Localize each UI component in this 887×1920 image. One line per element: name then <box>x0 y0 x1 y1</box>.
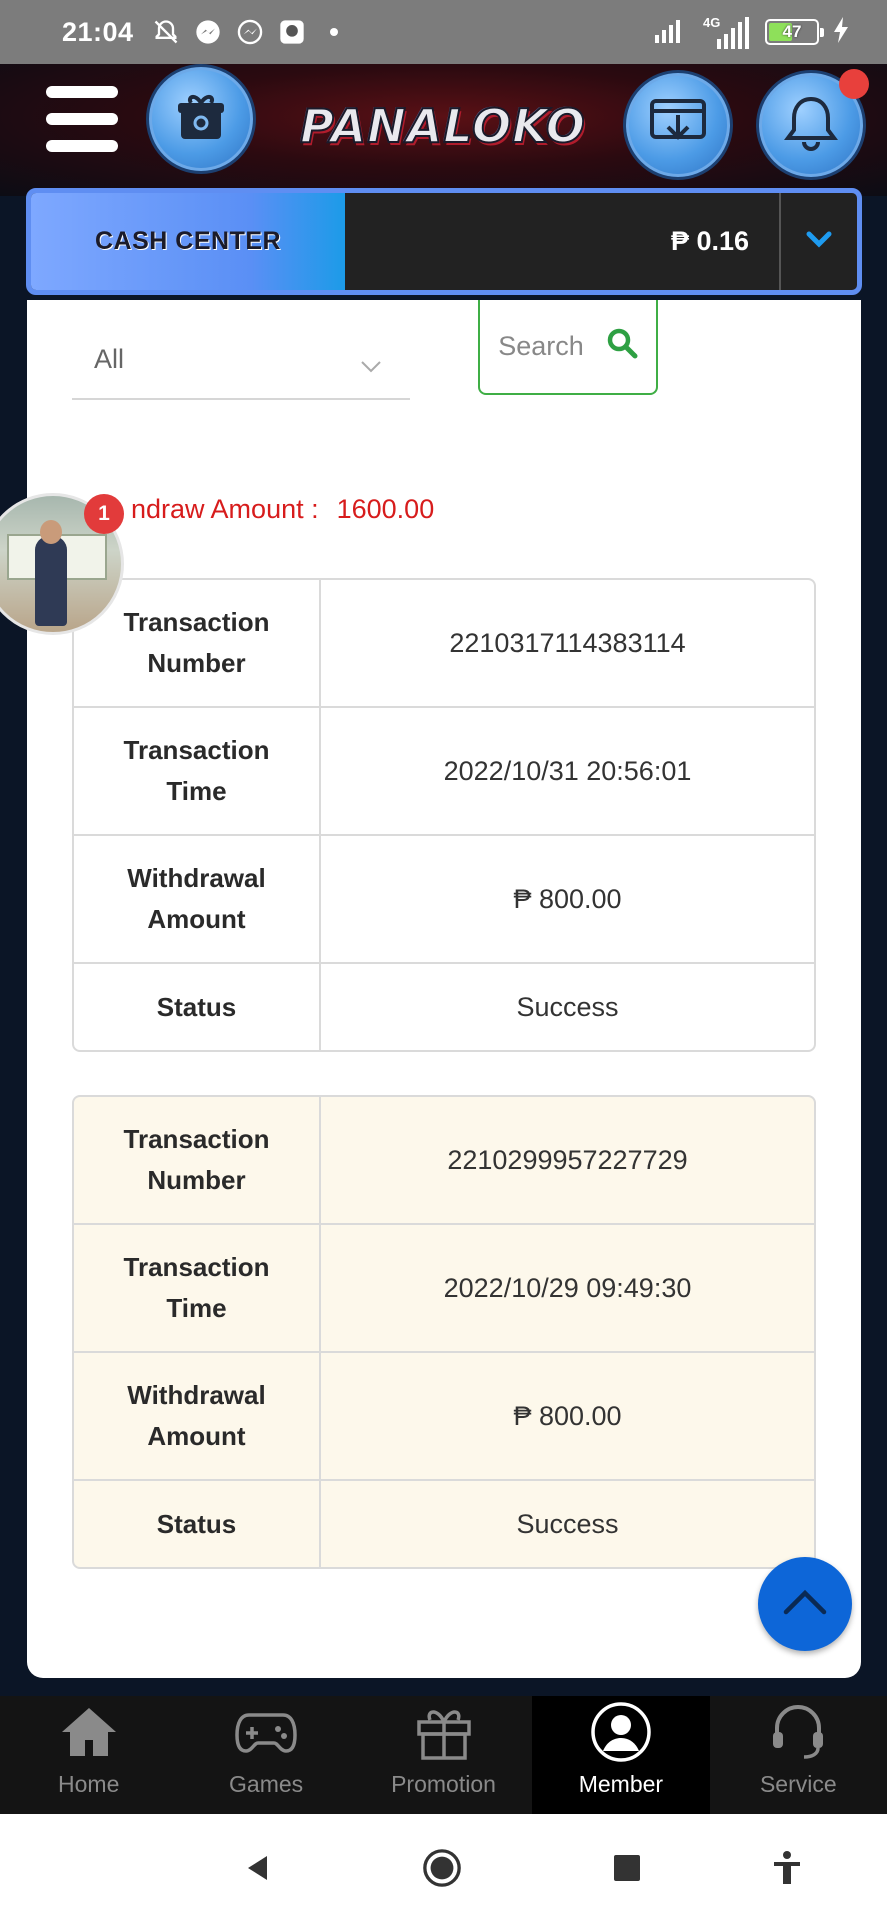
transaction-number: 2210299957227729 <box>447 1144 688 1175</box>
recents-icon[interactable] <box>607 1848 647 1888</box>
search-icon <box>606 327 638 366</box>
signal-4g-icon: 4G <box>701 15 751 49</box>
withdraw-total-value: 1600.00 <box>336 494 435 524</box>
content-card: All Search ndraw Amount : 1600.00 Transac… <box>27 300 861 1678</box>
mute-bell-icon <box>152 18 180 46</box>
app-header: PANALOKO <box>0 64 887 196</box>
cash-balance: ₱ 0.16 <box>670 226 749 256</box>
nav-label: Member <box>578 1771 664 1797</box>
status-bar: 21:04 4G 47 <box>0 0 887 64</box>
filter-selected-value: All <box>94 343 125 374</box>
table-row: Transaction Time 2022/10/31 20:56:01 <box>74 708 814 836</box>
notification-button[interactable] <box>756 69 869 180</box>
row-label: Status <box>74 964 321 1050</box>
download-icon <box>648 97 708 154</box>
chevron-down-icon <box>806 230 832 253</box>
home-circle-icon[interactable] <box>422 1848 462 1888</box>
transaction-card: Transaction Number 2210299957227729 Tran… <box>72 1095 816 1569</box>
cash-center-label: CASH CENTER <box>31 193 345 290</box>
home-icon <box>58 1701 120 1763</box>
cash-center-toggle[interactable] <box>779 193 857 290</box>
search-button[interactable]: Search <box>478 300 658 395</box>
row-label: Status <box>74 1481 321 1567</box>
nav-home[interactable]: Home <box>0 1696 177 1814</box>
member-icon <box>590 1701 652 1763</box>
nav-games[interactable]: Games <box>177 1696 354 1814</box>
app-icon <box>278 18 306 46</box>
table-row: Status Success <box>74 964 814 1050</box>
bottom-nav: Home Games Promotion Member Service <box>0 1696 887 1814</box>
table-row: Transaction Number 2210299957227729 <box>74 1097 814 1225</box>
gift-icon <box>413 1701 475 1763</box>
transaction-time: 2022/10/29 09:49:30 <box>443 1272 692 1303</box>
download-button[interactable] <box>623 70 733 180</box>
row-label: Transaction Time <box>74 708 321 834</box>
withdrawal-amount: ₱ 800.00 <box>513 883 622 914</box>
table-row: Status Success <box>74 1481 814 1567</box>
nav-promotion[interactable]: Promotion <box>355 1696 532 1814</box>
gift-button[interactable] <box>146 64 256 174</box>
notification-dot <box>839 69 869 99</box>
chevron-down-icon <box>360 350 382 381</box>
menu-icon[interactable] <box>46 86 118 158</box>
withdraw-total: ndraw Amount : 1600.00 <box>131 494 434 525</box>
back-icon[interactable] <box>238 1848 278 1888</box>
status-time: 21:04 <box>62 16 134 47</box>
withdraw-total-label: ndraw Amount : <box>131 494 319 524</box>
headset-icon <box>767 1701 829 1763</box>
scroll-top-button[interactable] <box>758 1557 852 1651</box>
table-row: Transaction Time 2022/10/29 09:49:30 <box>74 1225 814 1353</box>
brand-logo[interactable]: PANALOKO <box>290 98 596 154</box>
table-row: Withdrawal Amount ₱ 800.00 <box>74 836 814 964</box>
bell-icon <box>783 93 839 158</box>
messenger-icon <box>236 18 264 46</box>
cash-center-bar[interactable]: CASH CENTER ₱ 0.16 <box>26 188 862 295</box>
row-label: Withdrawal Amount <box>74 836 321 962</box>
dot-icon <box>320 18 348 46</box>
row-label: Withdrawal Amount <box>74 1353 321 1479</box>
nav-service[interactable]: Service <box>710 1696 887 1814</box>
transaction-status: Success <box>516 1508 619 1539</box>
nav-label: Service <box>759 1771 837 1797</box>
messenger-icon <box>194 18 222 46</box>
nav-label: Promotion <box>391 1771 496 1797</box>
chat-badge: 1 <box>84 494 124 534</box>
transaction-time: 2022/10/31 20:56:01 <box>443 755 692 786</box>
chevron-up-icon <box>782 1588 828 1621</box>
table-row: Transaction Number 2210317114383114 <box>74 580 814 708</box>
row-label: Transaction Number <box>74 1097 321 1223</box>
signal-icon <box>653 17 687 48</box>
withdrawal-amount: ₱ 800.00 <box>513 1400 622 1431</box>
transaction-card: Transaction Number 2210317114383114 Tran… <box>72 578 816 1052</box>
transaction-status: Success <box>516 991 619 1022</box>
table-row: Withdrawal Amount ₱ 800.00 <box>74 1353 814 1481</box>
accessibility-icon[interactable] <box>767 1848 807 1888</box>
transaction-number: 2210317114383114 <box>449 627 686 658</box>
charging-icon <box>833 16 849 48</box>
gamepad-icon <box>235 1701 297 1763</box>
battery-icon: 47 <box>765 19 824 45</box>
nav-label: Games <box>229 1771 304 1797</box>
battery-level: 47 <box>782 22 802 41</box>
system-nav-bar <box>0 1814 887 1920</box>
nav-member[interactable]: Member <box>532 1696 710 1814</box>
gift-icon <box>173 89 229 150</box>
search-label: Search <box>498 331 584 361</box>
nav-label: Home <box>58 1771 120 1797</box>
filter-select[interactable]: All <box>72 320 410 400</box>
row-label: Transaction Time <box>74 1225 321 1351</box>
